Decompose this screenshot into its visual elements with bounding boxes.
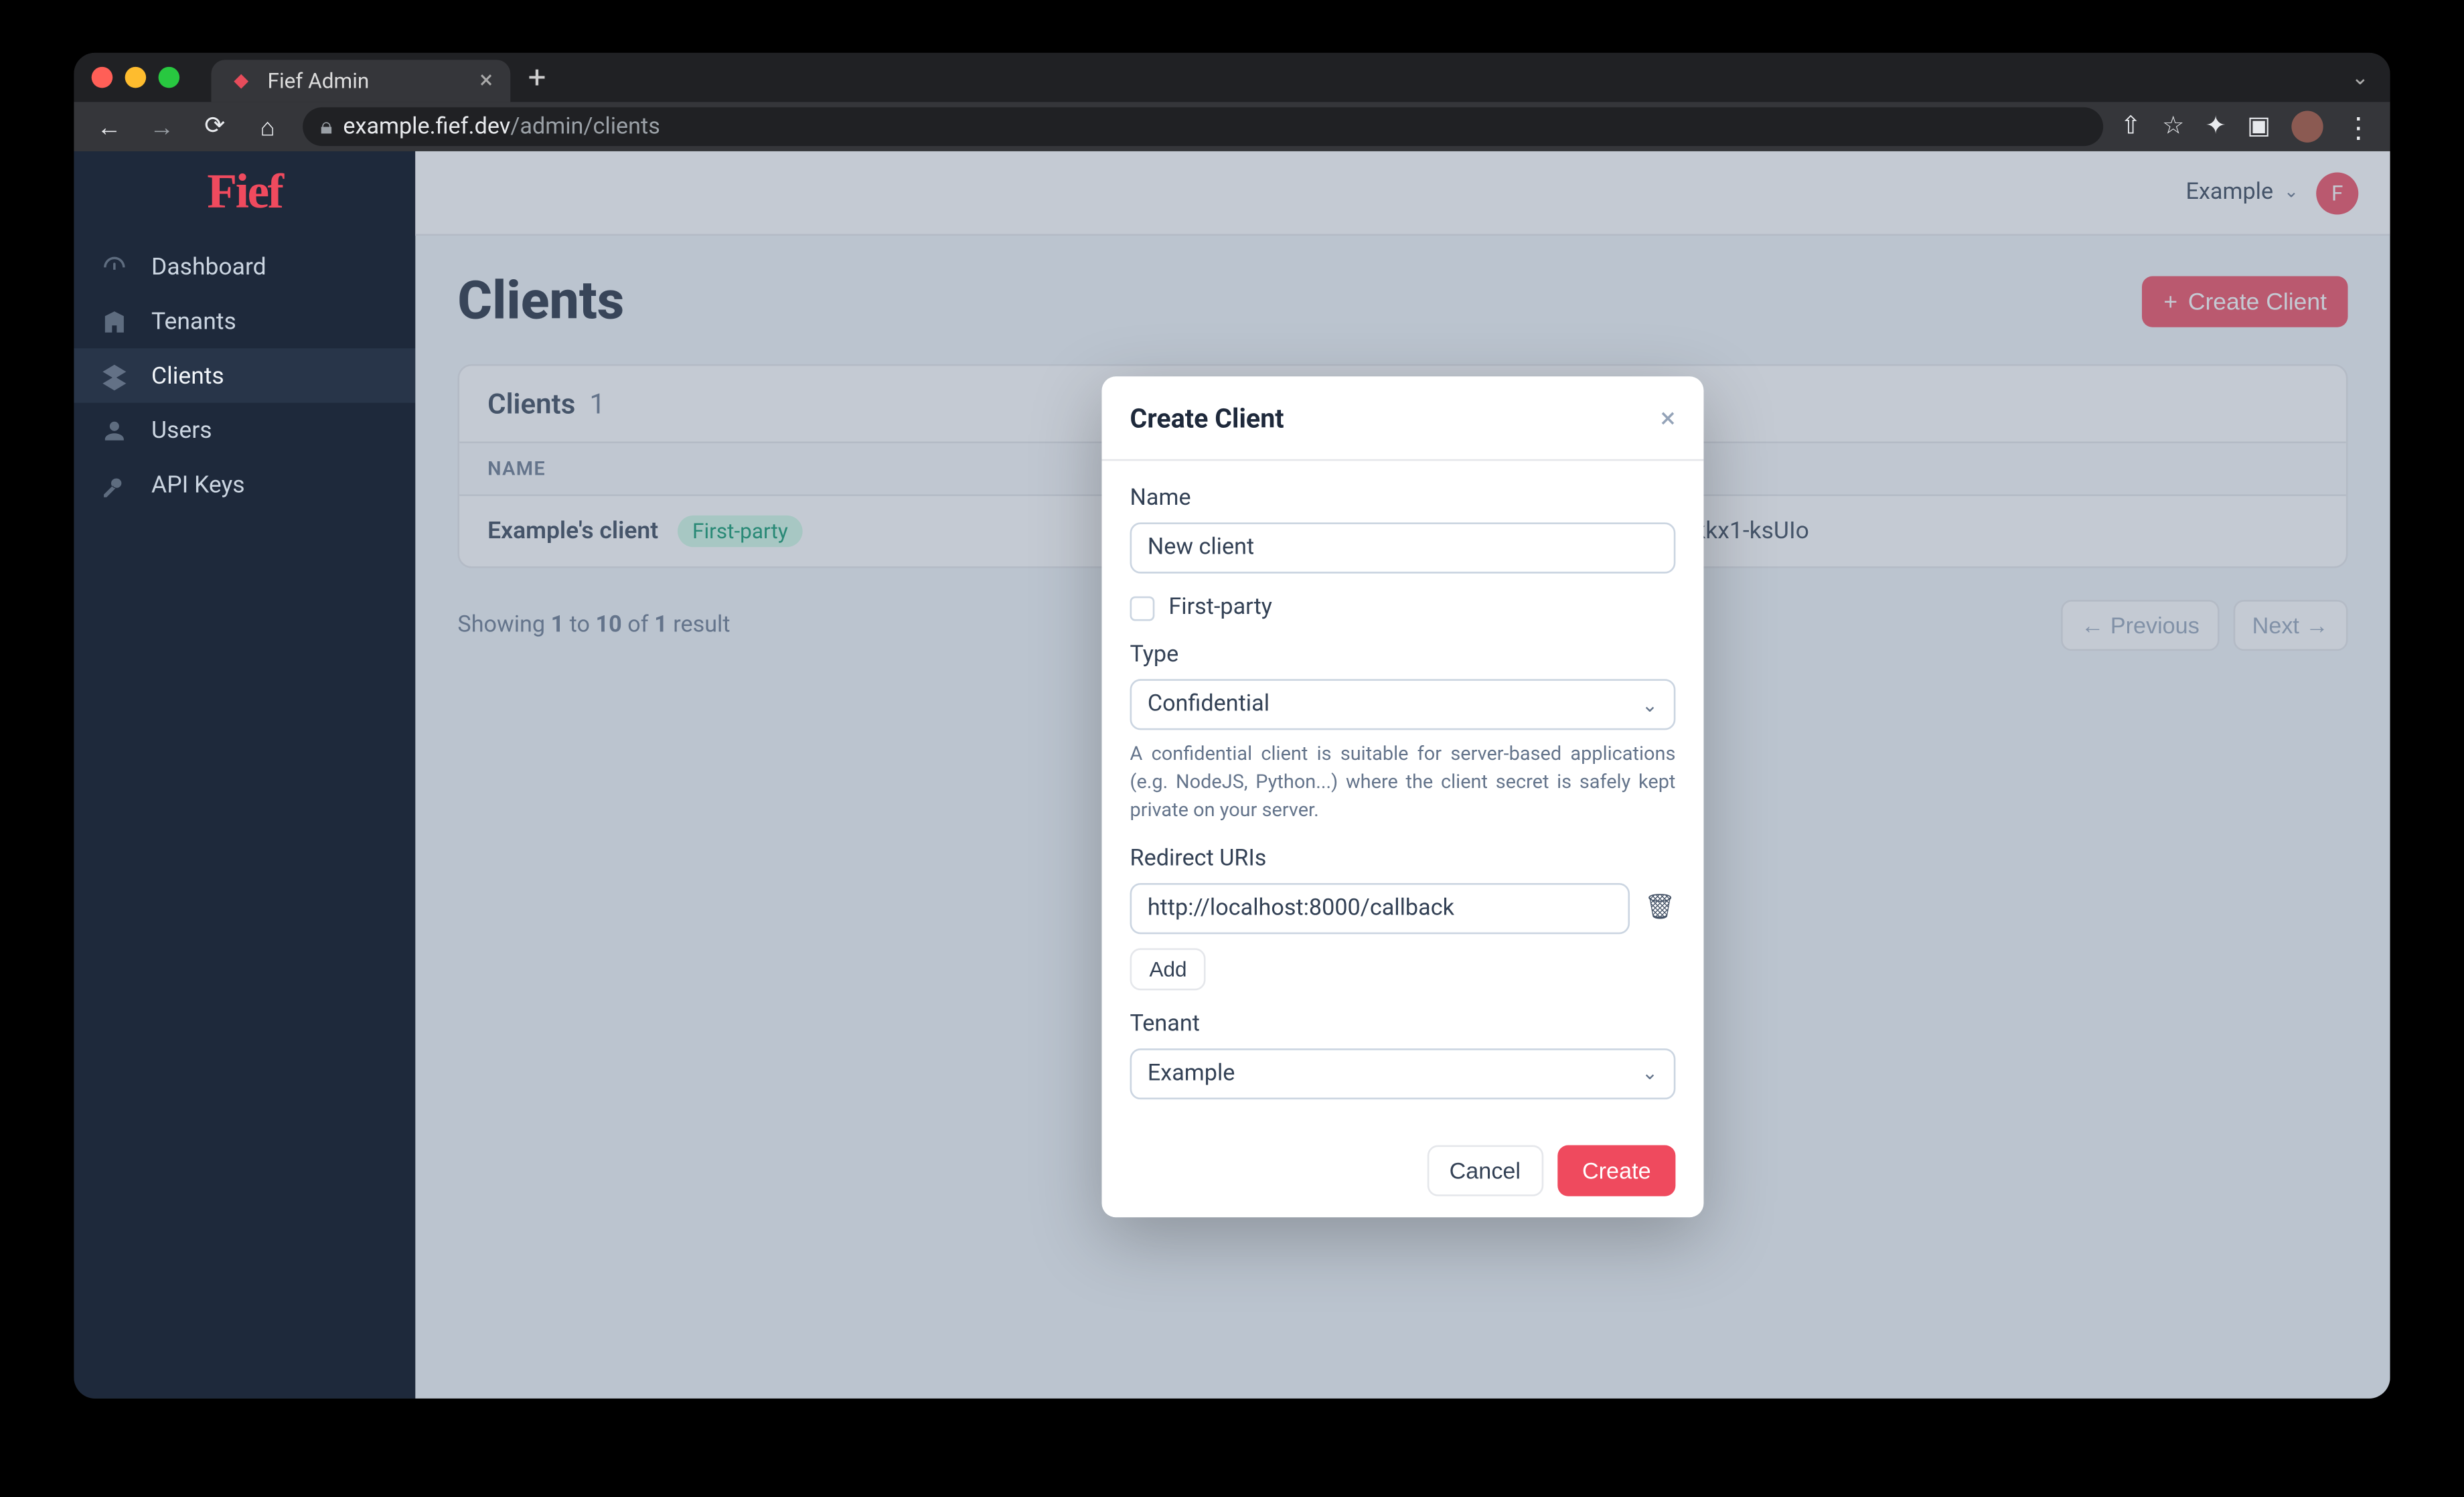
sidebar-item-users[interactable]: Users	[74, 403, 415, 457]
sidebar-item-api-keys[interactable]: API Keys	[74, 457, 415, 511]
sidebar-item-clients[interactable]: Clients	[74, 348, 415, 402]
window-controls	[92, 67, 179, 88]
building-icon	[98, 305, 130, 337]
key-icon	[98, 469, 130, 500]
browser-toolbar: ← → ⟳ ⌂ 🔒︎ example.fief.dev/admin/client…	[74, 102, 2390, 151]
browser-tab[interactable]: ◆ Fief Admin ×	[211, 60, 510, 102]
layers-icon	[98, 360, 130, 391]
tenant-select[interactable]: Example	[1130, 1048, 1676, 1099]
modal-title: Create Client	[1130, 402, 1284, 433]
sidebar-item-label: Tenants	[151, 307, 236, 335]
sidebar-item-label: Clients	[151, 362, 224, 390]
delete-uri-button[interactable]: 🗑︎	[1644, 894, 1676, 923]
sidebar-item-label: Dashboard	[151, 252, 266, 281]
create-button[interactable]: Create	[1557, 1145, 1675, 1196]
sidebar-item-dashboard[interactable]: Dashboard	[74, 239, 415, 293]
sidebar-item-label: API Keys	[151, 471, 245, 499]
type-help-text: A confidential client is suitable for se…	[1130, 740, 1676, 825]
profile-avatar[interactable]	[2291, 111, 2323, 143]
redirect-uri-input[interactable]	[1130, 883, 1630, 934]
close-window-button[interactable]	[92, 67, 113, 88]
logo[interactable]: Fief	[74, 151, 415, 236]
name-label: Name	[1130, 485, 1676, 511]
bookmark-icon[interactable]: ☆	[2162, 112, 2184, 141]
user-icon	[98, 414, 130, 446]
minimize-window-button[interactable]	[125, 67, 147, 88]
type-select[interactable]: Confidential	[1130, 679, 1676, 730]
home-button[interactable]: ⌂	[250, 112, 285, 142]
cancel-button[interactable]: Cancel	[1426, 1145, 1543, 1196]
close-tab-button[interactable]: ×	[479, 67, 493, 95]
first-party-checkbox-input[interactable]	[1130, 595, 1155, 620]
sidebar-item-label: Users	[151, 416, 212, 444]
tenant-label: Tenant	[1130, 1011, 1676, 1037]
lock-icon: 🔒︎	[320, 113, 332, 139]
add-uri-button[interactable]: Add	[1130, 948, 1207, 990]
forward-button[interactable]: →	[145, 112, 180, 142]
address-bar[interactable]: 🔒︎ example.fief.dev/admin/clients	[303, 107, 2102, 146]
share-icon[interactable]: ⇧	[2121, 112, 2141, 141]
url-domain: example.fief.dev	[343, 113, 510, 139]
first-party-checkbox[interactable]: First-party	[1130, 595, 1676, 621]
tab-bar: ◆ Fief Admin × + ⌄	[74, 53, 2390, 102]
tabs-dropdown-button[interactable]: ⌄	[2352, 65, 2369, 90]
toolbar-right: ⇧ ☆ ✦ ▣ ⋮	[2121, 110, 2373, 143]
panel-icon[interactable]: ▣	[2247, 112, 2270, 141]
browser-window: ◆ Fief Admin × + ⌄ ← → ⟳ ⌂ 🔒︎ example.fi…	[74, 53, 2390, 1399]
reload-button[interactable]: ⟳	[197, 112, 232, 141]
extensions-icon[interactable]: ✦	[2206, 112, 2226, 141]
tab-favicon: ◆	[229, 68, 254, 93]
name-input[interactable]	[1130, 522, 1676, 573]
close-modal-button[interactable]: ×	[1661, 401, 1675, 435]
sidebar-item-tenants[interactable]: Tenants	[74, 294, 415, 348]
menu-button[interactable]: ⋮	[2344, 110, 2372, 143]
new-tab-button[interactable]: +	[528, 59, 546, 96]
sidebar: Fief Dashboard Tenants Clients Users	[74, 151, 415, 1399]
redirect-uris-label: Redirect URIs	[1130, 846, 1676, 872]
main-content: Example ⌄ F Clients + Create Client	[415, 151, 2390, 1399]
type-label: Type	[1130, 642, 1676, 668]
modal-overlay[interactable]: Create Client × Name First-party Type	[415, 151, 2390, 1399]
tab-title: Fief Admin	[268, 68, 370, 93]
first-party-label: First-party	[1168, 595, 1272, 621]
url-path: /admin/clients	[510, 113, 660, 139]
back-button[interactable]: ←	[92, 112, 127, 142]
create-client-modal: Create Client × Name First-party Type	[1101, 376, 1703, 1216]
maximize-window-button[interactable]	[159, 67, 180, 88]
gauge-icon	[98, 250, 130, 282]
